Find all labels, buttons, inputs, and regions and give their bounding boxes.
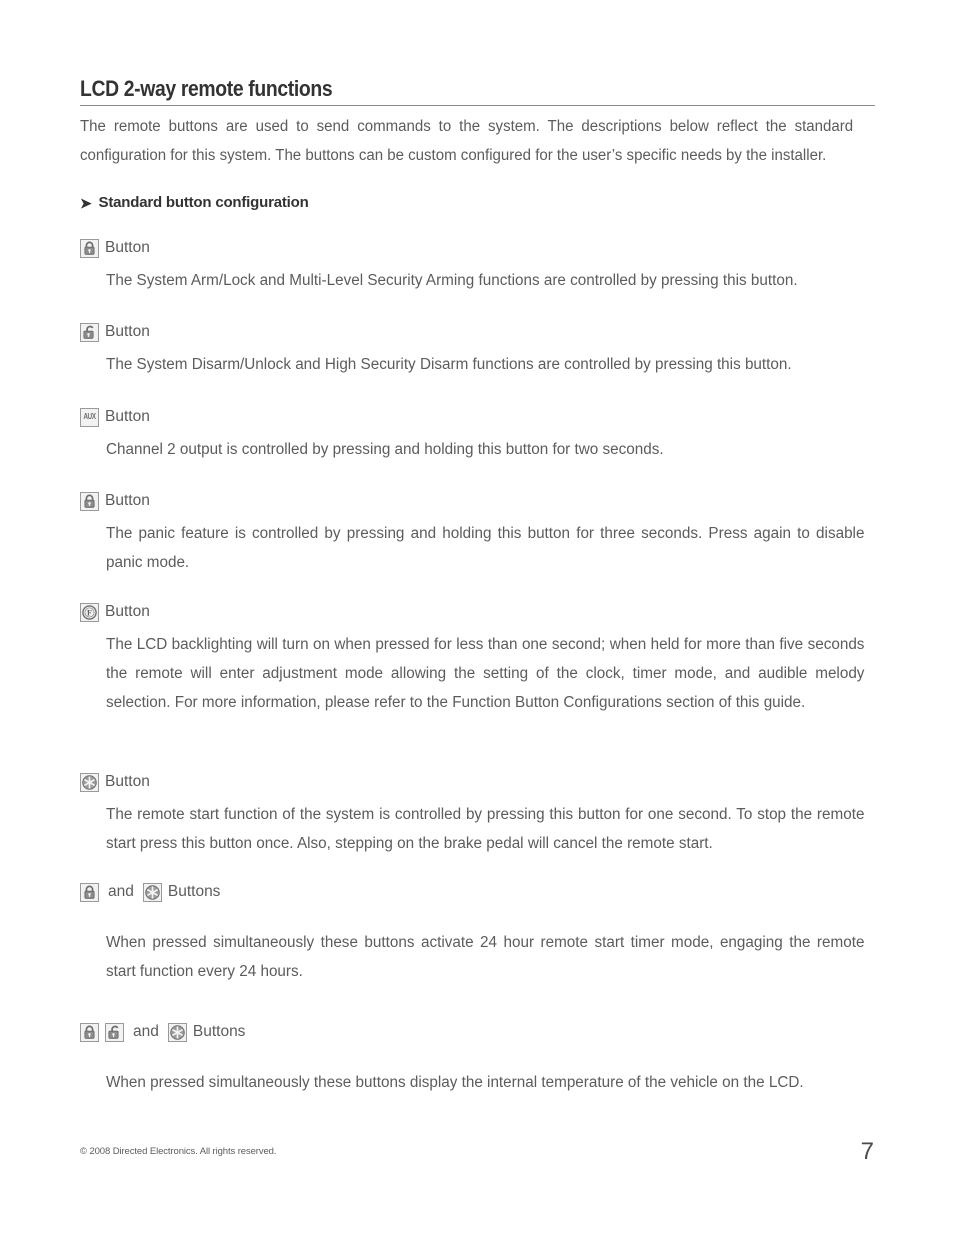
entry-header: Button <box>80 236 880 260</box>
section-heading: ➤ Standard button configuration <box>80 194 309 211</box>
starburst-icon <box>167 1022 187 1042</box>
title-divider <box>80 105 875 106</box>
entry-description: The System Arm/Lock and Multi-Level Secu… <box>106 272 798 289</box>
padlock-open-icon <box>80 322 99 342</box>
entry-header: Button <box>80 770 880 794</box>
entry-arm-lock: Button The System Arm/Lock and Multi-Leve… <box>80 236 880 295</box>
entry-description: When pressed simultaneously these button… <box>106 1074 804 1091</box>
entry-label: Buttons <box>192 1023 246 1040</box>
padlock-closed-icon <box>80 1022 99 1042</box>
svg-text:F: F <box>87 608 92 617</box>
document-page: LCD 2-way remote functions The remote bu… <box>0 0 954 1235</box>
starburst-icon <box>80 772 99 792</box>
entry-backlight-function: F Button The LCD backlighting will turn on… <box>80 600 880 717</box>
arrow-bullet-icon: ➤ <box>80 194 92 211</box>
starburst-icon <box>142 882 162 902</box>
entry-channel-2: AUX Button Channel 2 output is controlled … <box>80 405 880 464</box>
entry-temperature-combo: and Buttons When pressed simultaneously th… <box>80 1020 880 1097</box>
page-title: LCD 2-way remote functions <box>80 76 333 101</box>
page-title-block: LCD 2-way remote functions <box>80 76 875 106</box>
circled-f-icon: F <box>80 602 99 622</box>
entry-label: Button <box>105 408 150 425</box>
aux-text-icon: AUX <box>80 407 99 427</box>
intro-paragraph: The remote buttons are used to send comm… <box>80 118 854 164</box>
entry-label: Button <box>105 603 150 620</box>
padlock-closed-icon <box>80 238 99 258</box>
entry-disarm-unlock: Button The System Disarm/Unlock and High … <box>80 320 880 379</box>
entry-description: The remote start function of the system … <box>106 806 865 852</box>
entry-header: Button <box>80 489 880 513</box>
entry-header: AUX Button <box>80 405 880 429</box>
entry-timer-mode-combo: and Buttons When pressed simultaneously th… <box>80 880 880 986</box>
footer-copyright: © 2008 Directed Electronics. All rights … <box>80 1146 277 1157</box>
padlock-open-icon <box>105 1022 124 1042</box>
aux-icon-label: AUX <box>83 412 96 421</box>
footer-page-number: 7 <box>860 1138 874 1165</box>
entry-header: Button <box>80 320 880 344</box>
entry-label: Button <box>105 239 150 256</box>
padlock-closed-icon <box>80 491 99 511</box>
entry-description: The panic feature is controlled by press… <box>106 525 865 571</box>
entry-remote-start: Button The remote start function of the s… <box>80 770 880 858</box>
entry-label: Button <box>105 492 150 509</box>
entry-header: and Buttons <box>80 880 880 904</box>
entry-joiner: and <box>133 1023 159 1040</box>
entry-label: Button <box>105 773 150 790</box>
entry-description: The System Disarm/Unlock and High Securi… <box>106 356 792 373</box>
entry-header: F Button <box>80 600 880 624</box>
entry-description: The LCD backlighting will turn on when p… <box>106 636 865 711</box>
section-heading-label: Standard button configuration <box>98 194 309 211</box>
entry-panic: Button The panic feature is controlled by… <box>80 489 880 577</box>
entry-label: Buttons <box>167 883 221 900</box>
entry-description: Channel 2 output is controlled by pressi… <box>106 441 664 458</box>
entry-header: and Buttons <box>80 1020 880 1044</box>
entry-description: When pressed simultaneously these button… <box>106 934 865 980</box>
entry-joiner: and <box>108 883 134 900</box>
entry-label: Button <box>105 323 150 340</box>
padlock-closed-icon <box>80 882 99 902</box>
